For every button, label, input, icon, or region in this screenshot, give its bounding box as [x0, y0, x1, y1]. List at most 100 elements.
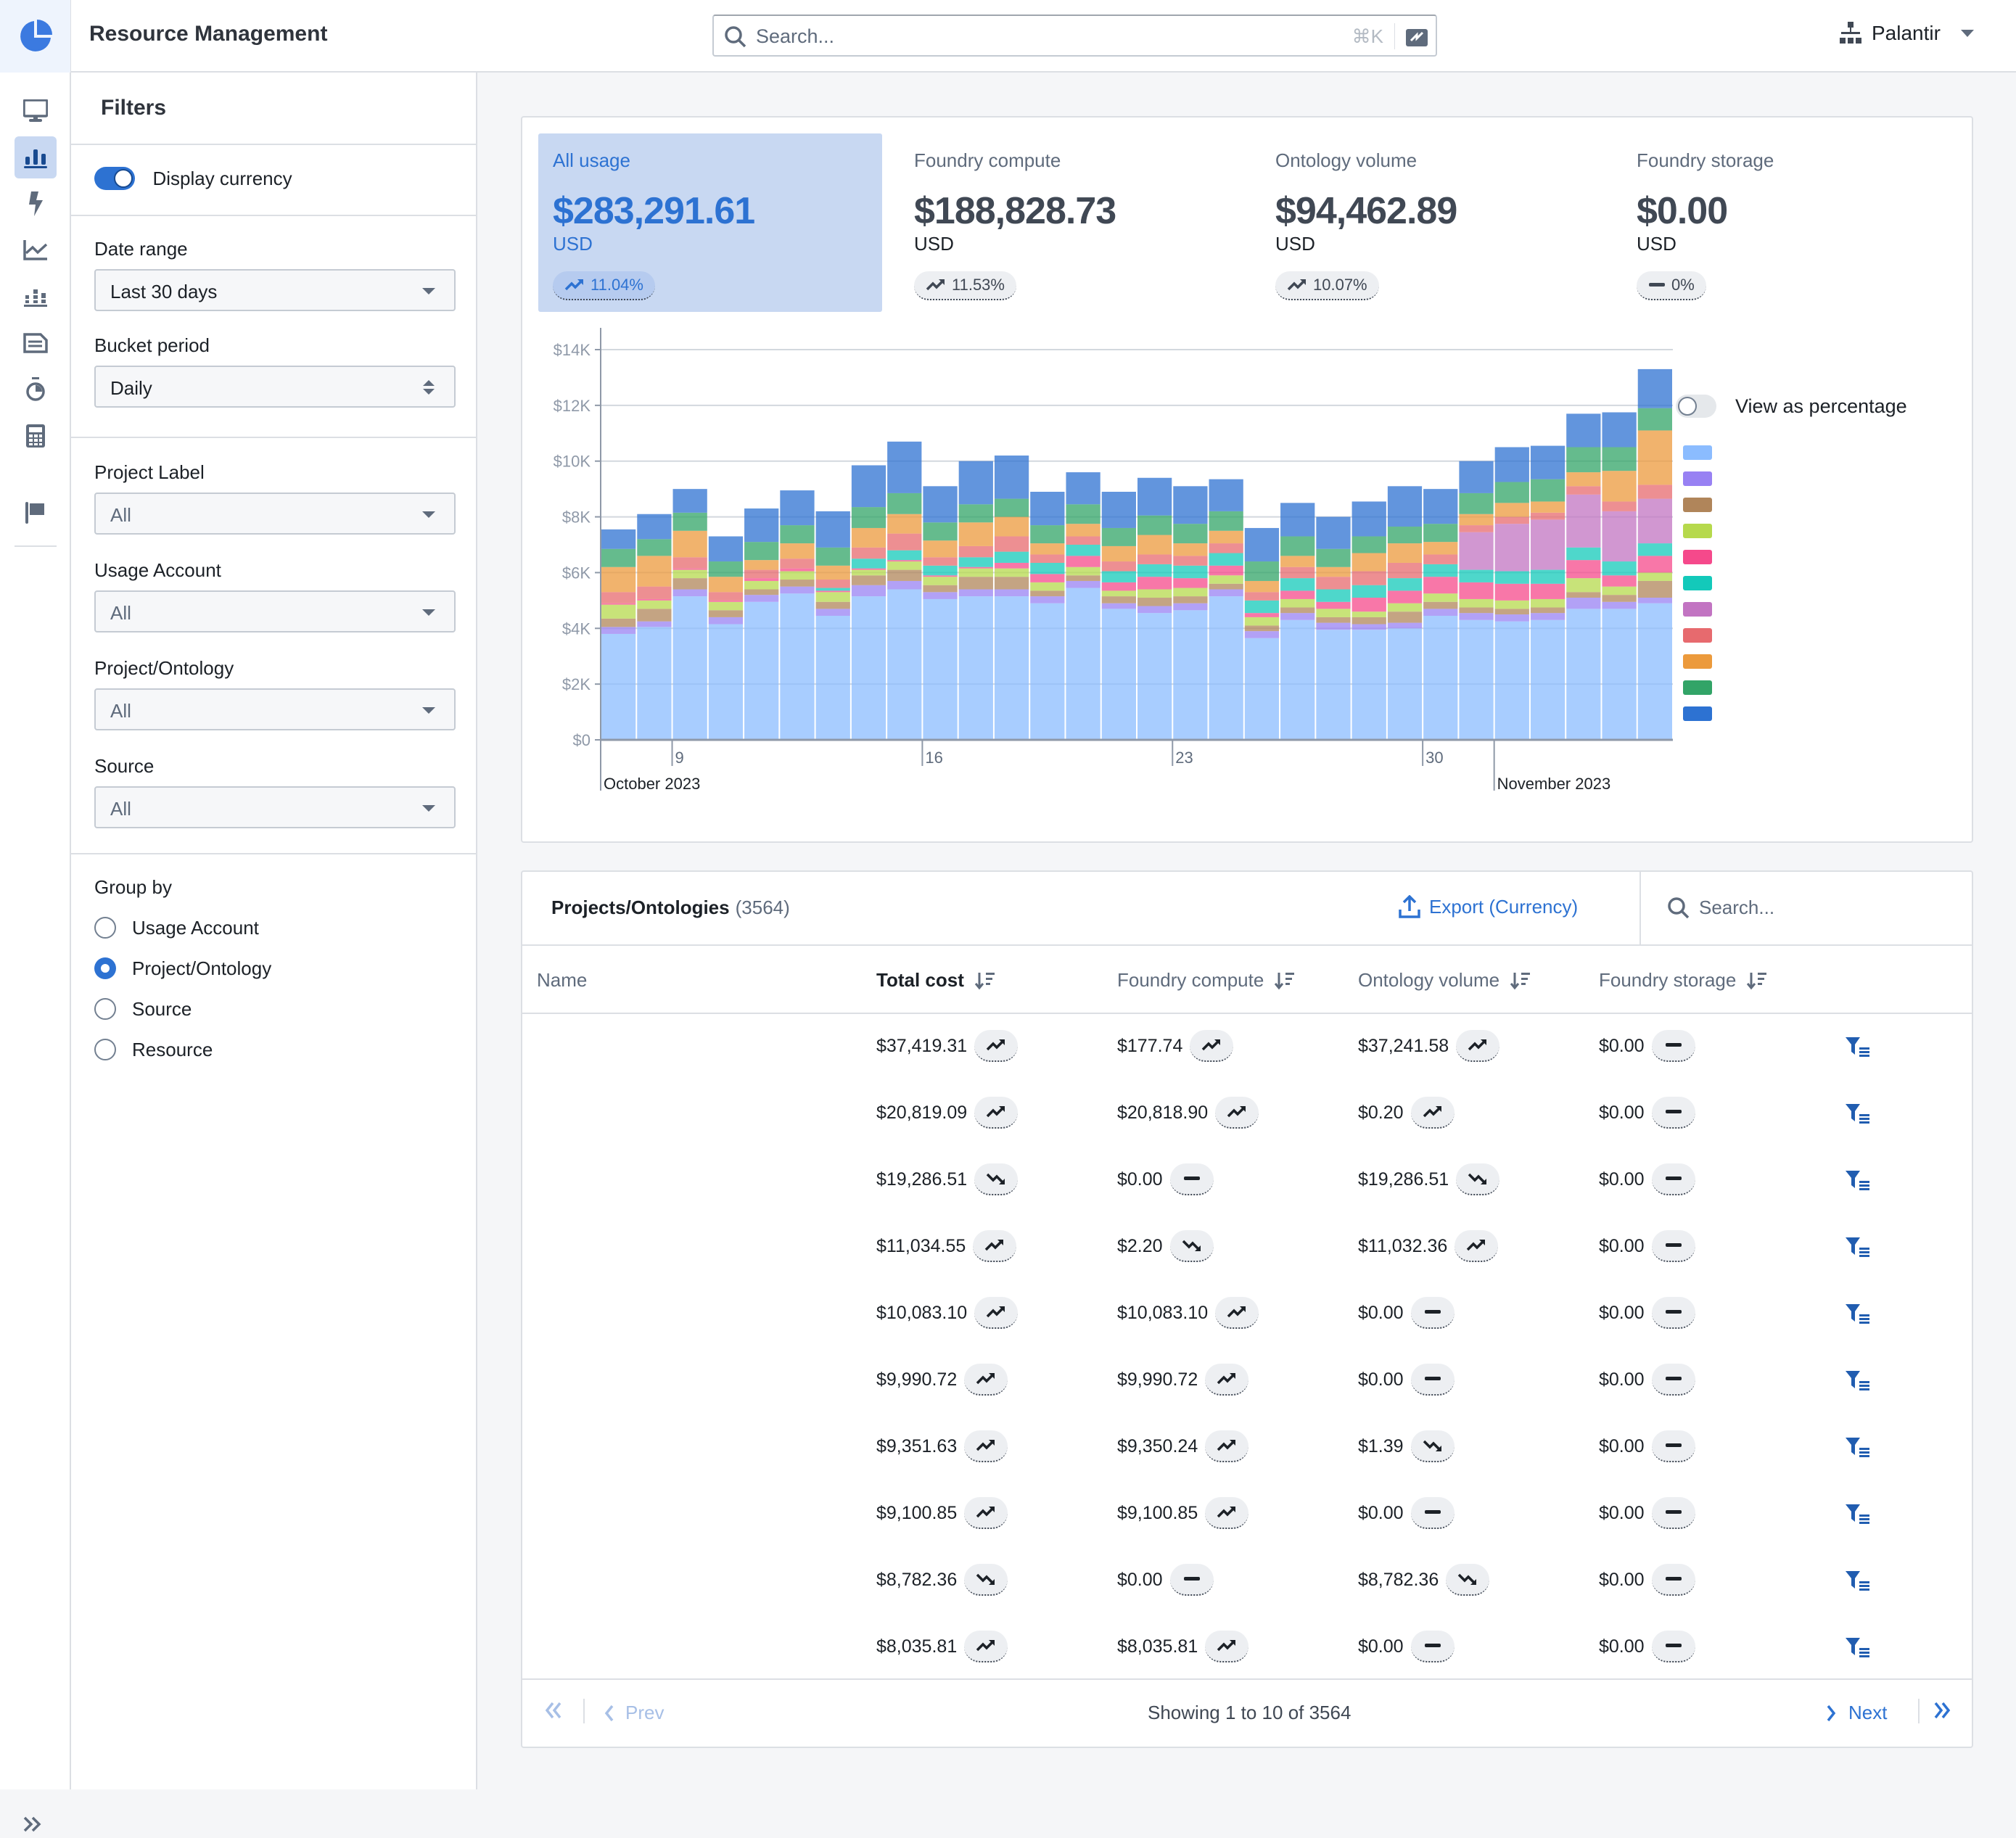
table-row[interactable]: $8,782.36 $0.00 $8,782.36 $0.00 [522, 1548, 1972, 1615]
trend-badge[interactable] [1651, 1564, 1695, 1596]
switch-app-icon[interactable] [1405, 26, 1428, 48]
source-select[interactable]: All [94, 786, 456, 828]
trend-badge[interactable] [1651, 1364, 1695, 1396]
rail-item-monitor[interactable] [15, 90, 57, 132]
rail-item-trends[interactable] [15, 229, 57, 271]
trend-badge[interactable] [1410, 1631, 1455, 1662]
column-header-3[interactable]: Ontology volume [1358, 969, 1531, 992]
trend-badge[interactable] [1205, 1430, 1249, 1462]
legend-swatch[interactable] [1683, 524, 1712, 538]
rail-item-lightning[interactable] [15, 183, 57, 225]
column-header-4[interactable]: Foundry storage [1599, 969, 1768, 992]
radio-button[interactable] [94, 917, 116, 939]
trend-badge[interactable] [1410, 1430, 1455, 1462]
radio-button-selected[interactable] [94, 957, 116, 979]
trend-badge[interactable] [974, 1297, 1019, 1329]
rail-item-usage[interactable] [15, 136, 57, 178]
filter-by-row-button[interactable] [1846, 1369, 1870, 1396]
filter-by-row-button[interactable] [1846, 1503, 1870, 1530]
legend-swatch[interactable] [1683, 628, 1712, 643]
first-page-button[interactable] [544, 1702, 563, 1724]
sort-icon[interactable] [1274, 970, 1296, 992]
trend-badge[interactable] [1651, 1497, 1695, 1529]
legend-swatch[interactable] [1683, 498, 1712, 512]
legend-swatch[interactable] [1683, 471, 1712, 486]
sort-icon[interactable] [1510, 970, 1531, 992]
filter-by-row-button[interactable] [1846, 1436, 1870, 1463]
org-selector[interactable]: Palantir [1840, 22, 1974, 45]
rail-item-documents[interactable] [15, 322, 57, 364]
trend-badge[interactable] [964, 1364, 1008, 1396]
trend-badge[interactable] [1169, 1163, 1214, 1195]
table-row[interactable]: $20,819.09 $20,818.90 $0.20 $0.00 [522, 1081, 1972, 1147]
global-search-input[interactable]: Search... ⌘K [712, 15, 1437, 57]
trend-badge[interactable] [1410, 1297, 1455, 1329]
trend-badge[interactable] [1651, 1631, 1695, 1662]
table-row[interactable]: $9,351.63 $9,350.24 $1.39 $0.00 [522, 1414, 1972, 1481]
trend-badge[interactable] [1651, 1297, 1695, 1329]
trend-badge[interactable] [1169, 1564, 1214, 1596]
project-ontology-select[interactable]: All [94, 688, 456, 730]
trend-badge[interactable] [964, 1497, 1008, 1529]
filter-by-row-button[interactable] [1846, 1636, 1870, 1663]
group-by-project-ontology[interactable]: Project/Ontology [94, 948, 453, 989]
legend-swatch[interactable] [1683, 550, 1712, 564]
date-range-select[interactable]: Last 30 days [94, 269, 456, 311]
column-header-1[interactable]: Total cost [876, 969, 996, 992]
view-as-percentage-toggle[interactable] [1676, 395, 1716, 418]
table-row[interactable]: $9,100.85 $9,100.85 $0.00 $0.00 [522, 1481, 1972, 1548]
view-as-percentage-control[interactable]: View as percentage [1676, 395, 1907, 418]
trend-badge[interactable] [1651, 1230, 1695, 1262]
trend-badge[interactable] [1455, 1230, 1499, 1262]
table-row[interactable]: $37,419.31 $177.74 $37,241.58 $0.00 [522, 1014, 1972, 1081]
rail-item-flag[interactable] [15, 492, 57, 534]
table-row[interactable]: $10,083.10 $10,083.10 $0.00 $0.00 [522, 1281, 1972, 1348]
table-row[interactable]: $9,990.72 $9,990.72 $0.00 $0.00 [522, 1348, 1972, 1414]
legend-swatch[interactable] [1683, 602, 1712, 617]
filter-by-row-button[interactable] [1846, 1236, 1870, 1263]
trend-badge[interactable] [1410, 1097, 1455, 1129]
sort-icon[interactable] [1746, 970, 1768, 992]
trend-badge[interactable] [964, 1631, 1008, 1662]
legend-swatch[interactable] [1683, 654, 1712, 669]
group-by-usage-account[interactable]: Usage Account [94, 907, 453, 948]
filter-by-row-button[interactable] [1846, 1570, 1870, 1596]
display-currency-toggle[interactable] [94, 167, 135, 190]
trend-badge[interactable] [964, 1430, 1008, 1462]
trend-badge[interactable] [1651, 1097, 1695, 1129]
trend-badge[interactable] [1651, 1430, 1695, 1462]
expand-rail-button[interactable] [23, 1813, 42, 1838]
rail-item-calculator[interactable] [15, 415, 57, 457]
trend-badge[interactable] [964, 1564, 1008, 1596]
column-header-2[interactable]: Foundry compute [1117, 969, 1296, 992]
group-by-resource[interactable]: Resource [94, 1029, 453, 1070]
trend-badge[interactable] [974, 1097, 1019, 1129]
trend-badge[interactable] [974, 1163, 1019, 1195]
last-page-button[interactable] [1933, 1702, 1951, 1724]
table-row[interactable]: $19,286.51 $0.00 $19,286.51 $0.00 [522, 1147, 1972, 1214]
trend-badge[interactable] [1190, 1030, 1234, 1062]
trend-badge[interactable] [973, 1230, 1017, 1262]
trend-badge[interactable] [1410, 1364, 1455, 1396]
prev-button[interactable]: Prev [604, 1702, 664, 1724]
trend-badge[interactable] [1205, 1497, 1249, 1529]
trend-badge[interactable] [1446, 1564, 1490, 1596]
table-search-input[interactable]: Search... [1639, 872, 1976, 944]
next-button[interactable]: Next [1827, 1702, 1887, 1724]
trend-badge[interactable] [1169, 1230, 1214, 1262]
app-logo[interactable] [0, 0, 71, 73]
trend-badge[interactable] [1456, 1030, 1500, 1062]
trend-badge[interactable] [974, 1030, 1019, 1062]
sort-icon[interactable] [974, 970, 996, 992]
filter-by-row-button[interactable] [1846, 1103, 1870, 1129]
filter-by-row-button[interactable] [1846, 1169, 1870, 1196]
project-label-select[interactable]: All [94, 493, 456, 535]
usage-account-select[interactable]: All [94, 590, 456, 632]
legend-swatch[interactable] [1683, 680, 1712, 695]
filter-by-row-button[interactable] [1846, 1036, 1870, 1063]
trend-badge[interactable] [1215, 1097, 1259, 1129]
group-by-source[interactable]: Source [94, 989, 453, 1029]
radio-button[interactable] [94, 998, 116, 1020]
filter-by-row-button[interactable] [1846, 1303, 1870, 1330]
trend-badge[interactable] [1456, 1163, 1500, 1195]
